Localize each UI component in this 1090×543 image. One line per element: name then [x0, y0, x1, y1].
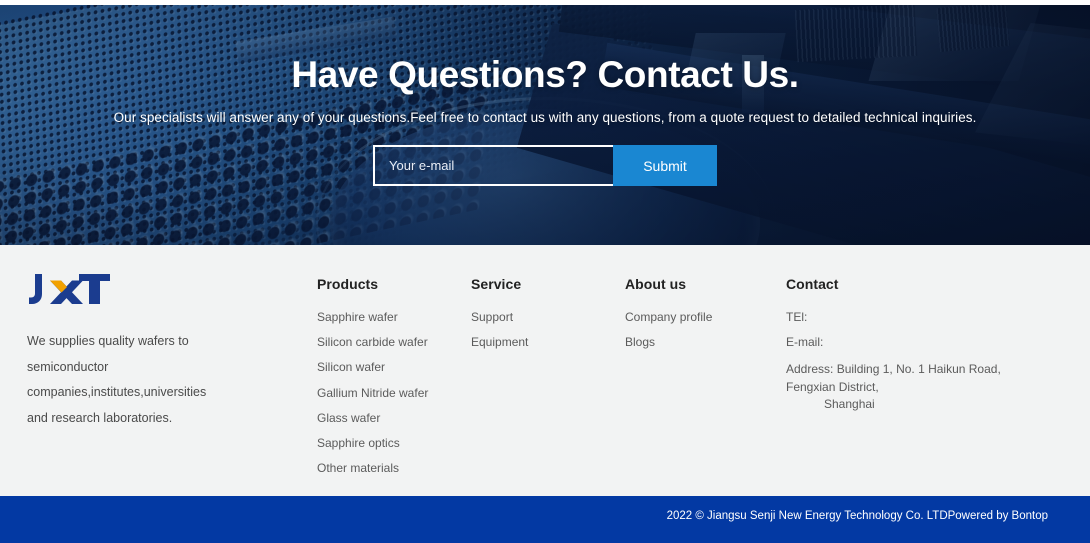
- contact-email: E-mail:: [786, 335, 824, 350]
- footer-link-gallium-nitride-wafer[interactable]: Gallium Nitride wafer: [317, 387, 467, 399]
- page-root: Have Questions? Contact Us. Our speciali…: [0, 0, 1090, 543]
- contact-tel: TEl:: [786, 310, 808, 324]
- footer-link-support[interactable]: Support: [471, 311, 621, 323]
- hero-subtitle: Our specialists will answer any of your …: [113, 110, 977, 125]
- footer-column-title-about-us: About us: [625, 276, 687, 292]
- submit-button[interactable]: Submit: [613, 145, 717, 186]
- copyright-text: 2022 © Jiangsu Senji New Energy Technolo…: [666, 510, 1048, 522]
- footer-link-glass-wafer[interactable]: Glass wafer: [317, 412, 467, 424]
- footer-link-silicon-carbide-wafer[interactable]: Silicon carbide wafer: [317, 336, 467, 348]
- footer-link-sapphire-optics[interactable]: Sapphire optics: [317, 437, 467, 449]
- footer-links-products: Sapphire wafer Silicon carbide wafer Sil…: [317, 311, 467, 474]
- footer-links-service: Support Equipment: [471, 311, 621, 348]
- footer-column-service: Service Support Equipment: [471, 276, 621, 361]
- contact-address-line-2: Shanghai: [824, 397, 875, 412]
- footer-column-about-us: About us Company profile Blogs: [625, 276, 780, 361]
- footer-inner: We supplies quality wafers to semiconduc…: [0, 245, 1090, 496]
- footer-link-company-profile[interactable]: Company profile: [625, 311, 780, 323]
- footer-column-title-service: Service: [471, 276, 522, 292]
- footer-link-sapphire-wafer[interactable]: Sapphire wafer: [317, 311, 467, 323]
- contact-address-line-1: Address: Building 1, No. 1 Haikun Road, …: [786, 362, 1001, 394]
- contact-address: Address: Building 1, No. 1 Haikun Road, …: [786, 361, 1048, 413]
- footer-column-contact: Contact TEl: E-mail: Address: Building 1…: [786, 276, 1076, 414]
- footer-link-equipment[interactable]: Equipment: [471, 336, 621, 348]
- footer-brand-column: We supplies quality wafers to semiconduc…: [27, 271, 257, 432]
- jxt-logo[interactable]: [27, 271, 113, 307]
- brand-description: We supplies quality wafers to semiconduc…: [27, 334, 207, 425]
- footer-column-title-contact: Contact: [786, 276, 839, 292]
- footer-links-about-us: Company profile Blogs: [625, 311, 780, 348]
- copyright-bar: 2022 © Jiangsu Senji New Energy Technolo…: [0, 496, 1090, 543]
- footer-link-blogs[interactable]: Blogs: [625, 336, 780, 348]
- hero-banner: Have Questions? Contact Us. Our speciali…: [0, 5, 1090, 245]
- site-footer: We supplies quality wafers to semiconduc…: [0, 245, 1090, 496]
- hero-title: Have Questions? Contact Us.: [291, 54, 799, 95]
- newsletter-form: Submit: [373, 145, 717, 186]
- footer-link-silicon-wafer[interactable]: Silicon wafer: [317, 361, 467, 373]
- footer-link-other-materials[interactable]: Other materials: [317, 462, 467, 474]
- footer-column-title-products: Products: [317, 276, 379, 292]
- hero-content: Have Questions? Contact Us. Our speciali…: [0, 5, 1090, 245]
- email-input[interactable]: [373, 145, 613, 186]
- footer-column-products: Products Sapphire wafer Silicon carbide …: [317, 276, 467, 487]
